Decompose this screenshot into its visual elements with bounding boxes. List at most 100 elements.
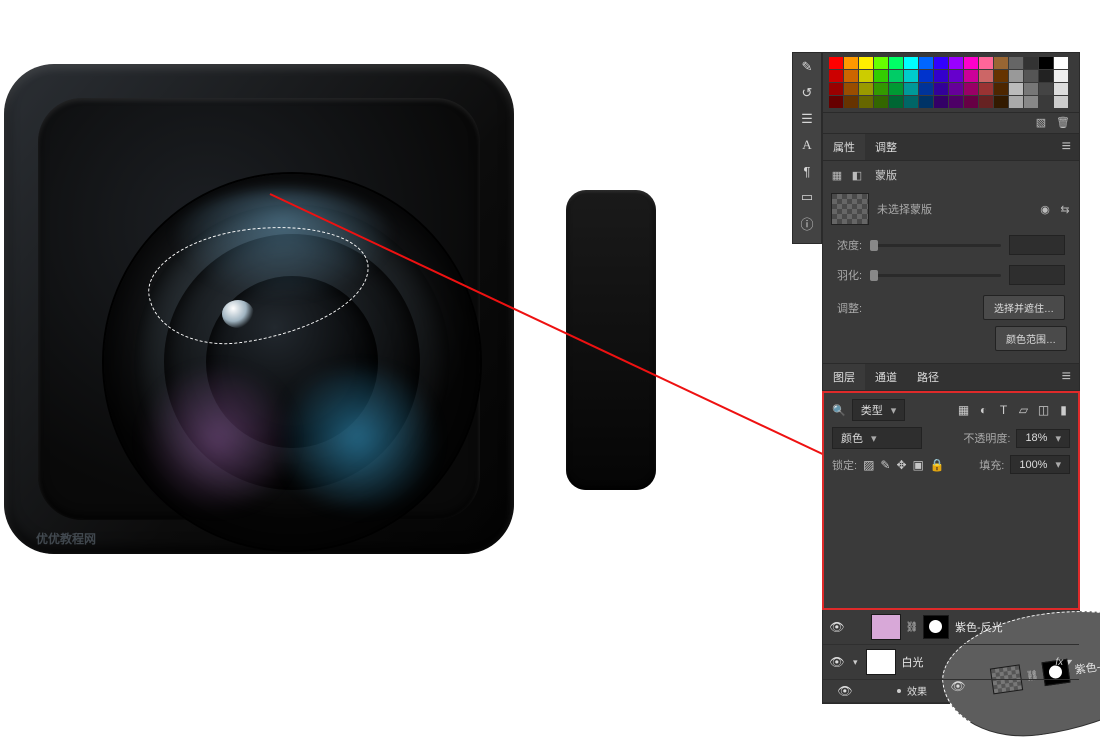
tab-adjustments[interactable]: 调整 (865, 134, 907, 160)
swatch[interactable] (1009, 70, 1023, 82)
trash-icon[interactable]: 🗑 (1057, 116, 1069, 128)
mask-thumbnail[interactable] (831, 193, 869, 225)
layer-name[interactable]: 紫色-反光 (955, 619, 1003, 635)
swatch[interactable] (979, 96, 993, 108)
swatch[interactable] (1039, 57, 1053, 69)
swatch[interactable] (1009, 57, 1023, 69)
invert-mask-icon[interactable]: ⇆ (1059, 203, 1071, 215)
vector-mask-icon[interactable]: ◧ (851, 169, 863, 181)
swatch[interactable] (934, 70, 948, 82)
swatch[interactable] (859, 96, 873, 108)
fx-badge[interactable]: fx ▾ (1055, 657, 1071, 668)
swatch[interactable] (844, 83, 858, 95)
density-value[interactable] (1009, 235, 1065, 255)
visibility-toggle[interactable]: 👁 (837, 684, 853, 698)
swatch[interactable] (1039, 83, 1053, 95)
swatch[interactable] (1024, 96, 1038, 108)
swatch[interactable] (874, 57, 888, 69)
swatch[interactable] (979, 83, 993, 95)
filter-toggle-icon[interactable]: ▮ (1057, 404, 1070, 417)
lock-artboard-icon[interactable]: ▣ (913, 458, 924, 472)
filter-adjust-icon[interactable]: ◐ (977, 404, 990, 417)
tab-paths[interactable]: 路径 (907, 364, 949, 390)
swatch[interactable] (949, 70, 963, 82)
swatch[interactable] (874, 83, 888, 95)
swatch[interactable] (934, 96, 948, 108)
layer-name[interactable]: 白光 (902, 654, 924, 670)
swatch[interactable] (844, 57, 858, 69)
layer-filter-kind[interactable]: 类型▾ (852, 399, 906, 421)
filter-shape-icon[interactable]: ▱ (1017, 404, 1030, 417)
collapsed-panel-dock[interactable]: ✎ ↺ ☰ A ¶ ▭ ⓘ (792, 52, 822, 244)
filter-pixel-icon[interactable]: ▦ (957, 404, 970, 417)
swatch[interactable] (1009, 83, 1023, 95)
note-icon[interactable]: ▭ (799, 189, 815, 205)
density-slider[interactable] (870, 244, 1001, 247)
color-range-button[interactable]: 颜色范围… (995, 326, 1067, 351)
layers-menu-icon[interactable]: ≡ (1054, 364, 1079, 390)
swatch[interactable] (979, 57, 993, 69)
tab-layers[interactable]: 图层 (823, 364, 865, 390)
swatch[interactable] (919, 96, 933, 108)
swatch[interactable] (889, 83, 903, 95)
filter-type-icon[interactable]: T (997, 404, 1010, 417)
lock-icons[interactable]: ▨ ✎ ✥ ▣ 🔒 (863, 458, 945, 472)
tab-channels[interactable]: 通道 (865, 364, 907, 390)
swatch[interactable] (859, 57, 873, 69)
brush-icon[interactable]: ✎ (799, 59, 815, 75)
swatch[interactable] (994, 83, 1008, 95)
filter-smart-icon[interactable]: ◫ (1037, 404, 1050, 417)
select-and-mask-button[interactable]: 选择并遮住… (983, 295, 1065, 320)
swatch[interactable] (889, 57, 903, 69)
swatch[interactable] (919, 70, 933, 82)
swatch[interactable] (1054, 57, 1068, 69)
sliders-icon[interactable]: ☰ (799, 111, 815, 127)
feather-value[interactable] (1009, 265, 1065, 285)
swatch[interactable] (904, 96, 918, 108)
expand-fx-icon[interactable]: ▾ (853, 657, 858, 668)
blend-mode-select[interactable]: 颜色▾ (832, 427, 922, 449)
layer-thumbnail[interactable] (866, 649, 896, 675)
swatch[interactable] (1009, 96, 1023, 108)
swatch[interactable] (1024, 70, 1038, 82)
fill-value[interactable]: 100%▾ (1010, 455, 1070, 474)
swatch[interactable] (979, 70, 993, 82)
swatch[interactable] (949, 96, 963, 108)
apply-mask-icon[interactable]: ◉ (1039, 203, 1051, 215)
swatch[interactable] (874, 70, 888, 82)
swatch[interactable] (964, 83, 978, 95)
swatch[interactable] (874, 96, 888, 108)
tab-properties[interactable]: 属性 (823, 134, 865, 160)
opacity-value[interactable]: 18%▾ (1016, 429, 1070, 448)
swatch[interactable] (994, 96, 1008, 108)
visibility-toggle[interactable]: 👁 (829, 655, 845, 669)
pixel-mask-icon[interactable]: ▦ (831, 169, 843, 181)
type-icon[interactable]: A (799, 137, 815, 153)
swatch[interactable] (949, 83, 963, 95)
swatch[interactable] (1054, 96, 1068, 108)
layer-filter-icons[interactable]: ▦ ◐ T ▱ ◫ ▮ (957, 404, 1070, 417)
swatch[interactable] (1054, 83, 1068, 95)
swatch[interactable] (1039, 96, 1053, 108)
panel-menu-icon[interactable]: ≡ (1054, 134, 1079, 160)
swatch[interactable] (829, 70, 843, 82)
swatch[interactable] (904, 70, 918, 82)
lock-transparent-icon[interactable]: ▨ (863, 458, 874, 472)
swatch[interactable] (1039, 70, 1053, 82)
swatch[interactable] (1024, 57, 1038, 69)
swatch[interactable] (964, 57, 978, 69)
swatch[interactable] (919, 57, 933, 69)
feather-slider[interactable] (870, 274, 1001, 277)
swatch[interactable] (964, 70, 978, 82)
swatch[interactable] (964, 96, 978, 108)
lock-all-icon[interactable]: 🔒 (930, 458, 945, 472)
swatch[interactable] (889, 96, 903, 108)
new-swatch-icon[interactable]: ▧ (1035, 116, 1047, 128)
swatch[interactable] (919, 83, 933, 95)
swatch[interactable] (904, 83, 918, 95)
swatch[interactable] (994, 57, 1008, 69)
lock-image-icon[interactable]: ✎ (880, 458, 890, 472)
visibility-toggle[interactable]: 👁 (949, 678, 967, 694)
swatch[interactable] (889, 70, 903, 82)
swatch[interactable] (904, 57, 918, 69)
